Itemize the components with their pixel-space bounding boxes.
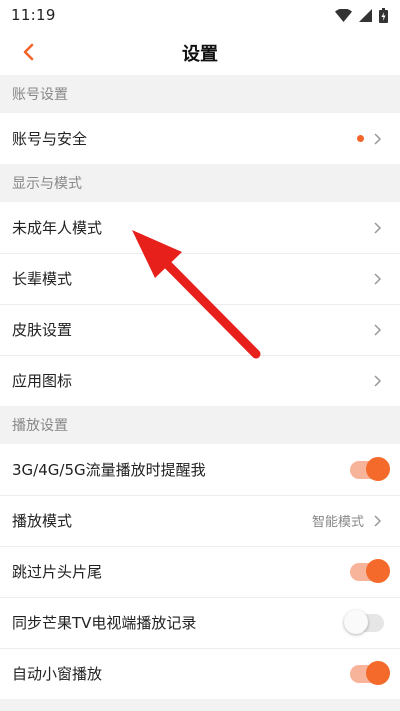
play-mode-value: 智能模式 [311, 515, 364, 530]
app-icon-item[interactable]: 应用图标 [0, 355, 400, 406]
status-bar: 11:19 [0, 0, 400, 30]
page-title: 设置 [182, 43, 218, 65]
chevron-right-icon [374, 132, 382, 145]
section-header-playback: 播放设置 [0, 406, 400, 444]
account-security-label: 账号与安全 [12, 130, 88, 148]
section-header-display: 显示与模式 [0, 164, 400, 202]
play-mode-item[interactable]: 播放模式 智能模式 [0, 495, 400, 546]
toggle-knob [366, 456, 390, 481]
toggle-knob [366, 558, 390, 583]
back-arrow-icon [23, 43, 34, 61]
skin-settings-item[interactable]: 皮肤设置 [0, 304, 400, 355]
skip-intro-outro-toggle[interactable] [350, 558, 390, 583]
cellular-signal-icon [359, 8, 372, 22]
toggle-knob [366, 660, 390, 685]
elder-mode-item[interactable]: 长辈模式 [0, 253, 400, 304]
account-security-item[interactable]: 账号与安全 [0, 113, 400, 164]
chevron-right-icon [374, 374, 382, 387]
chevron-right-icon [374, 323, 382, 336]
section-header-account: 账号设置 [0, 75, 400, 113]
play-mode-label: 播放模式 [12, 512, 73, 530]
status-time: 11:19 [11, 6, 56, 24]
mobile-data-reminder-item: 3G/4G/5G流量播放时提醒我 [0, 444, 400, 495]
app-icon-label: 应用图标 [12, 372, 73, 390]
minor-mode-label: 未成年人模式 [12, 219, 103, 237]
auto-mini-window-toggle[interactable] [350, 660, 390, 685]
chevron-right-icon [374, 272, 382, 285]
auto-mini-window-item: 自动小窗播放 [0, 648, 400, 699]
auto-mini-window-label: 自动小窗播放 [12, 665, 103, 683]
battery-charging-icon [379, 7, 388, 23]
sync-tv-history-toggle[interactable] [344, 609, 384, 634]
skip-intro-outro-label: 跳过片头片尾 [12, 563, 103, 581]
wifi-icon [335, 8, 352, 22]
mobile-data-reminder-label: 3G/4G/5G流量播放时提醒我 [12, 461, 206, 479]
toggle-knob [344, 609, 368, 634]
notification-dot [357, 135, 364, 142]
bottom-spacer [0, 699, 400, 711]
status-icons [335, 7, 388, 23]
chevron-right-icon [374, 221, 382, 234]
app-header: 设置 [0, 30, 400, 75]
skip-intro-outro-item: 跳过片头片尾 [0, 546, 400, 597]
back-button[interactable] [14, 38, 42, 66]
sync-tv-history-item: 同步芒果TV电视端播放记录 [0, 597, 400, 648]
skin-settings-label: 皮肤设置 [12, 321, 73, 339]
elder-mode-label: 长辈模式 [12, 270, 73, 288]
sync-tv-history-label: 同步芒果TV电视端播放记录 [12, 614, 197, 632]
chevron-right-icon [374, 514, 382, 527]
minor-mode-item[interactable]: 未成年人模式 [0, 202, 400, 253]
mobile-data-reminder-toggle[interactable] [350, 456, 390, 481]
